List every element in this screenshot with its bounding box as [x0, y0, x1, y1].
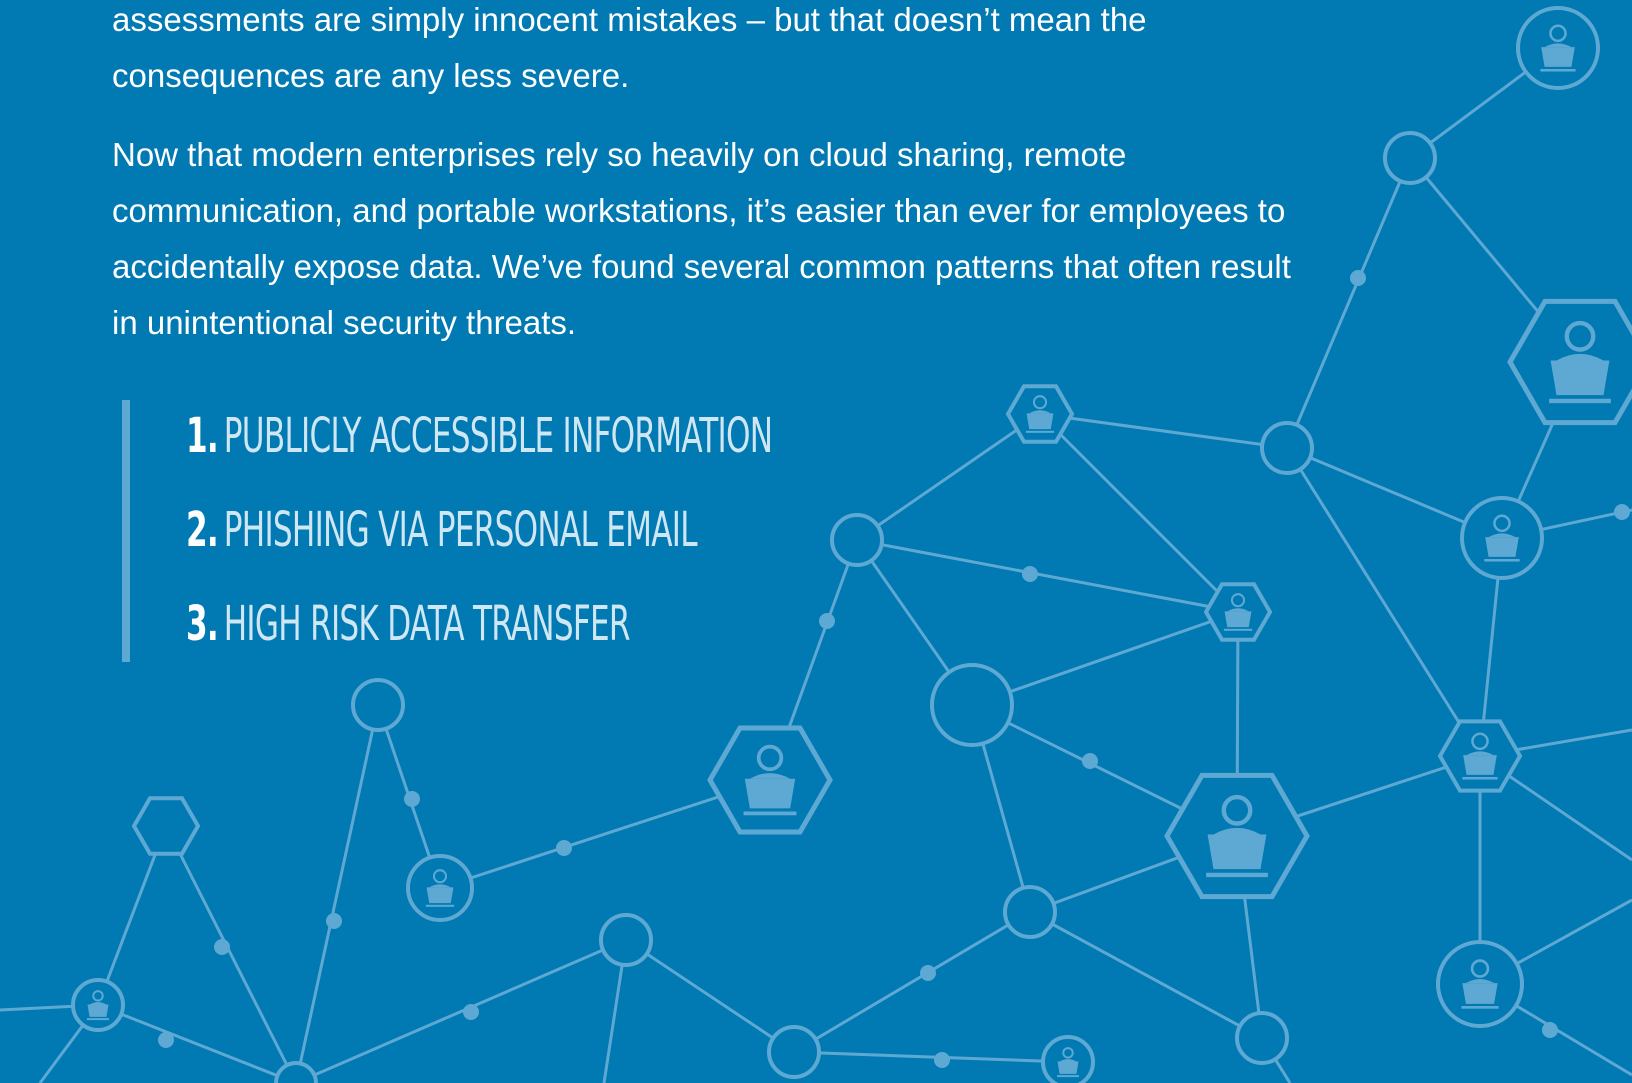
network-link	[295, 938, 627, 1083]
threat-item-1: 1. PUBLICLY ACCESSIBLE INFORMATION	[186, 406, 773, 466]
network-link	[97, 1003, 297, 1083]
user-laptop-icon	[1460, 496, 1544, 580]
network-dot	[819, 613, 835, 629]
user-laptop-icon	[1516, 6, 1600, 90]
network-node-icon	[1260, 421, 1314, 475]
threat-number: 1.	[186, 408, 219, 464]
network-node-icon	[1235, 1011, 1289, 1065]
network-dot	[556, 840, 572, 856]
network-node-icon	[599, 913, 653, 967]
network-link	[793, 910, 1031, 1054]
network-node-icon	[1383, 131, 1437, 185]
user-laptop-icon	[1041, 1035, 1095, 1083]
network-link	[1039, 412, 1288, 450]
network-dot	[934, 1052, 950, 1068]
network-dot	[1082, 753, 1098, 769]
network-link	[1029, 910, 1263, 1040]
network-link	[971, 610, 1239, 707]
network-link	[1038, 412, 1240, 614]
network-node-icon	[767, 1025, 821, 1079]
network-link	[856, 412, 1041, 542]
user-laptop-icon	[1203, 582, 1273, 642]
network-node-icon	[1003, 885, 1057, 939]
intro-paragraph-2: Now that modern enterprises rely so heav…	[112, 136, 1291, 341]
network-dot	[1614, 504, 1630, 520]
network-dot	[326, 913, 342, 929]
network-node-icon	[274, 1061, 318, 1083]
threat-item-3: 3. HIGH RISK DATA TRANSFER	[186, 594, 631, 654]
network-dot	[920, 965, 936, 981]
network-node-icon	[351, 678, 405, 732]
network-node-icon	[131, 796, 201, 856]
intro-paragraph-1: assessments are simply innocent mistakes…	[112, 1, 1147, 94]
network-node-icon	[930, 663, 1014, 747]
threat-label: PUBLICLY ACCESSIBLE INFORMATION	[223, 408, 773, 464]
network-dot	[158, 1032, 174, 1048]
network-dot	[1542, 1022, 1558, 1038]
list-accent-bar	[122, 400, 130, 662]
network-link	[164, 825, 298, 1083]
user-laptop-icon	[1507, 298, 1632, 426]
user-laptop-icon	[1164, 772, 1310, 900]
user-laptop-icon	[1437, 719, 1523, 793]
network-link	[625, 938, 795, 1054]
network-link	[1285, 157, 1412, 449]
user-laptop-icon	[1005, 384, 1075, 444]
threat-label: HIGH RISK DATA TRANSFER	[223, 596, 631, 652]
threat-label: PHISHING VIA PERSONAL EMAIL	[223, 502, 698, 558]
network-node-icon	[830, 513, 884, 567]
network-dot	[214, 939, 230, 955]
network-link	[793, 1050, 1069, 1064]
threat-item-2: 2. PHISHING VIA PERSONAL EMAIL	[186, 500, 698, 560]
network-dot	[463, 1004, 479, 1020]
network-link	[856, 538, 1239, 614]
user-laptop-icon	[406, 854, 474, 922]
threat-number: 3.	[186, 596, 219, 652]
threat-number: 2.	[186, 502, 219, 558]
user-laptop-icon	[707, 725, 833, 835]
network-link	[294, 704, 380, 1083]
network-dot	[1022, 566, 1038, 582]
user-laptop-icon	[1436, 940, 1524, 1028]
user-laptop-icon	[71, 978, 125, 1032]
network-link	[1285, 447, 1482, 757]
network-dot	[404, 791, 420, 807]
network-dot	[1350, 270, 1366, 286]
